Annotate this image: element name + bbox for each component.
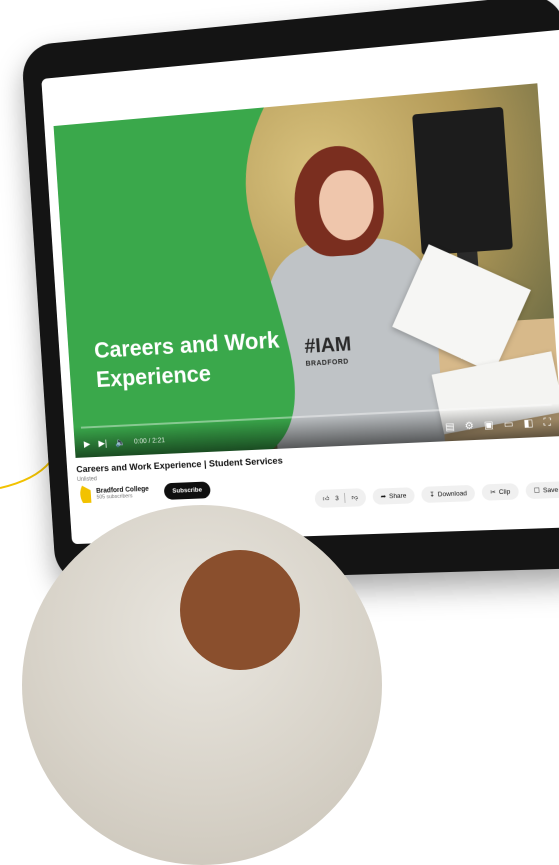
subtitles-icon[interactable]: ▤ [445,422,455,434]
theater-icon[interactable]: ▭ [503,419,513,431]
next-icon[interactable]: ▶| [98,438,107,449]
share-label: Share [388,492,407,500]
gear-icon[interactable]: ⚙ [464,421,474,433]
thumbs-down-icon[interactable]: 👎︎ [351,493,358,501]
browser-screen: #IAM BRADFORD Careers and Work Experienc… [41,25,559,545]
clip-button[interactable]: ✂ Clip [481,483,520,501]
like-count: 3 [335,494,340,502]
photo-circle [22,505,382,865]
video-player[interactable]: #IAM BRADFORD Careers and Work Experienc… [53,83,559,458]
green-title-panel [53,106,300,458]
miniplayer-icon[interactable]: ▣ [484,420,494,432]
download-label: Download [437,489,468,498]
divider [344,492,346,503]
subscribe-button[interactable]: Subscribe [163,480,212,500]
scissors-icon: ✂ [490,489,497,497]
channel-info: Bradford College 505 subscribers [96,485,149,500]
play-icon[interactable]: ▶ [84,439,91,450]
save-label: Save [542,486,559,494]
fullscreen-icon[interactable]: ⛶ [543,417,551,429]
download-icon: ↧ [429,491,436,499]
bookmark-icon: ☐ [533,487,541,495]
tablet-frame: #IAM BRADFORD Careers and Work Experienc… [20,0,559,584]
time-display: 0:00 / 2:21 [133,437,166,446]
video-overlay-title: Careers and Work Experience [93,326,281,392]
channel-logo-icon[interactable] [77,485,92,504]
like-dislike-button[interactable]: 👍︎ 3 👎︎ [314,488,367,509]
volume-icon[interactable]: 🔈 [115,437,126,448]
action-bar: 👍︎ 3 👎︎ ➦ Share ↧ Download ✂ Clip ☐ Save [314,479,559,509]
thumbs-up-icon[interactable]: 👍︎ [322,495,330,503]
share-button[interactable]: ➦ Share [372,487,415,505]
cast-icon[interactable]: ◧ [523,418,533,430]
person-head [180,550,300,670]
clip-label: Clip [498,487,511,496]
share-icon: ➦ [380,493,387,501]
channel-row: Bradford College 505 subscribers Subscri… [77,480,212,504]
save-button[interactable]: ☐ Save [525,481,559,500]
download-button[interactable]: ↧ Download [420,484,476,504]
